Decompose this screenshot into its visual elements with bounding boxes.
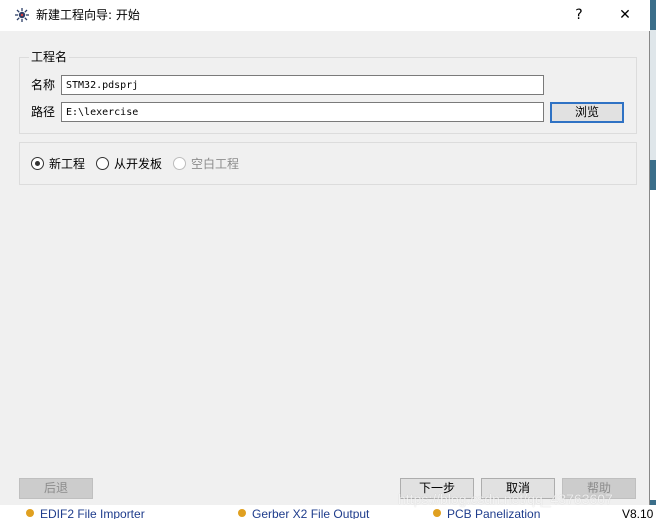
help-button: 帮助	[562, 478, 636, 499]
help-title-button[interactable]: ?	[556, 0, 602, 31]
background-item: V8.10	[622, 507, 654, 519]
back-button: 后退	[19, 478, 93, 499]
cancel-button[interactable]: 取消	[481, 478, 555, 499]
radio-label: 空白工程	[191, 157, 240, 171]
bullet-icon	[238, 509, 246, 517]
title-bar[interactable]: 新建工程向导: 开始 ? ✕	[0, 0, 650, 31]
name-label: 名称	[31, 78, 56, 92]
radio-disabled-icon	[173, 157, 186, 170]
new-project-wizard-dialog: 新建工程向导: 开始 ? ✕ 工程名 名称 路径 浏览 新工程 从开发板 空白工…	[0, 0, 650, 505]
window-title: 新建工程向导: 开始	[36, 8, 140, 22]
radio-unselected-icon	[96, 157, 109, 170]
proteus-app-icon	[15, 8, 29, 22]
background-item: Gerber X2 File Output	[252, 507, 370, 519]
background-item: PCB Panelization	[447, 507, 541, 519]
screen: EDIF2 File Importer Gerber X2 File Outpu…	[0, 0, 656, 519]
browse-button[interactable]: 浏览	[550, 102, 624, 123]
radio-selected-icon	[31, 157, 44, 170]
project-name-group-title: 工程名	[29, 49, 70, 65]
radio-label: 新工程	[49, 157, 86, 171]
project-name-group	[19, 57, 637, 134]
close-icon[interactable]: ✕	[602, 0, 648, 31]
bullet-icon	[26, 509, 34, 517]
project-path-input[interactable]	[61, 102, 544, 122]
project-name-input[interactable]	[61, 75, 544, 95]
path-label: 路径	[31, 105, 56, 119]
background-app-list: EDIF2 File Importer Gerber X2 File Outpu…	[0, 505, 656, 519]
background-window-edge	[650, 0, 656, 519]
bullet-icon	[433, 509, 441, 517]
background-item: EDIF2 File Importer	[40, 507, 145, 519]
next-button[interactable]: 下一步	[400, 478, 474, 499]
radio-label: 从开发板	[114, 157, 163, 171]
project-type-group	[19, 142, 637, 185]
